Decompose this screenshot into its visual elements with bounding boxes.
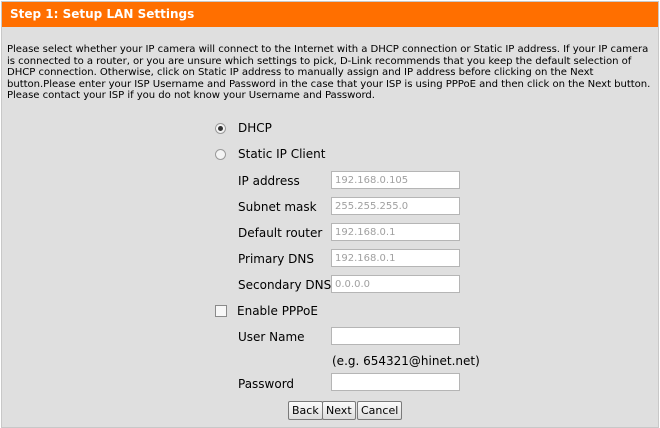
dhcp-label: DHCP bbox=[238, 121, 272, 135]
dhcp-radio[interactable] bbox=[215, 122, 226, 134]
ip-address-input[interactable] bbox=[331, 171, 460, 189]
subnet-mask-input[interactable] bbox=[331, 197, 460, 215]
ip-address-label: IP address bbox=[238, 174, 300, 188]
username-hint: (e.g. 654321@hinet.net) bbox=[332, 354, 480, 368]
back-button[interactable]: Back bbox=[288, 401, 323, 420]
secondary-dns-label: Secondary DNS bbox=[238, 278, 332, 292]
next-button[interactable]: Next bbox=[322, 401, 356, 420]
static-ip-option[interactable]: Static IP Client bbox=[215, 145, 325, 163]
pppoe-option[interactable]: Enable PPPoE bbox=[215, 302, 318, 320]
dhcp-option[interactable]: DHCP bbox=[215, 119, 272, 137]
enable-pppoe-label: Enable PPPoE bbox=[237, 304, 318, 318]
static-ip-label: Static IP Client bbox=[238, 147, 326, 161]
password-input[interactable] bbox=[331, 373, 460, 391]
step-header: Step 1: Setup LAN Settings bbox=[2, 2, 658, 27]
primary-dns-label: Primary DNS bbox=[238, 252, 315, 266]
static-ip-radio[interactable] bbox=[215, 148, 226, 160]
default-router-label: Default router bbox=[238, 226, 323, 240]
secondary-dns-input[interactable] bbox=[331, 275, 460, 293]
password-label: Password bbox=[238, 377, 295, 391]
default-router-input[interactable] bbox=[331, 223, 460, 241]
subnet-mask-label: Subnet mask bbox=[238, 200, 317, 214]
instructions-text: Please select whether your IP camera wil… bbox=[7, 44, 651, 101]
setup-lan-panel: Step 1: Setup LAN Settings Please select… bbox=[1, 1, 659, 428]
enable-pppoe-checkbox[interactable] bbox=[215, 305, 227, 317]
cancel-button[interactable]: Cancel bbox=[357, 401, 403, 420]
primary-dns-input[interactable] bbox=[331, 249, 460, 267]
username-input[interactable] bbox=[331, 327, 460, 345]
username-label: User Name bbox=[238, 330, 305, 344]
